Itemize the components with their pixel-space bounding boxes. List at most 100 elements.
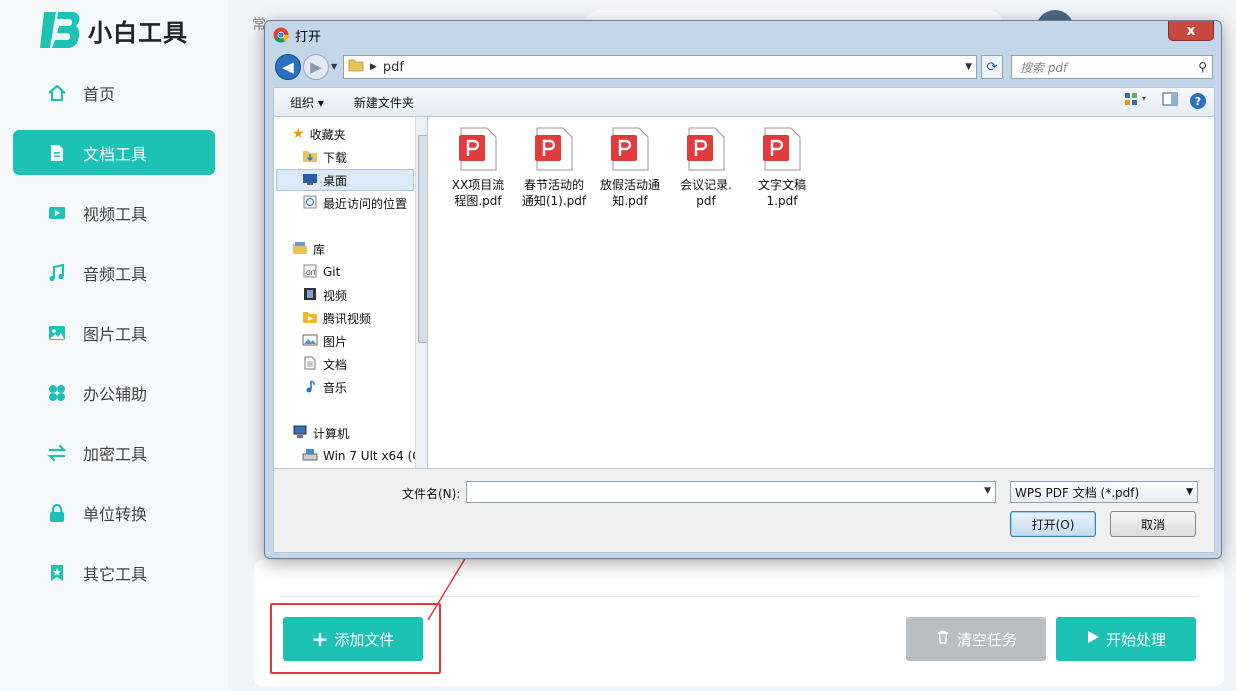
folder-icon bbox=[348, 58, 364, 76]
dialog-search-input[interactable]: 搜索 pdf ⚲ bbox=[1011, 55, 1213, 79]
refresh-icon[interactable]: ⟳ bbox=[981, 55, 1003, 79]
view-options-icon[interactable] bbox=[1124, 92, 1150, 110]
address-bar[interactable]: ▶ pdf ▼ bbox=[343, 55, 977, 79]
open-file-dialog: 打开 x ◀ ▶ ▼ ▶ pdf ▼ ⟳ 搜索 pdf ⚲ 组织 ▾ 新建文件夹 bbox=[264, 20, 1222, 559]
clear-tasks-button[interactable]: 清空任务 bbox=[906, 617, 1046, 661]
nav-item-videos[interactable]: 视频 bbox=[302, 284, 427, 306]
nav-label: 视频 bbox=[323, 288, 348, 303]
pdf-file-icon bbox=[763, 127, 801, 171]
sidebar-item-home[interactable]: 首页 bbox=[13, 70, 215, 115]
preview-pane-icon[interactable] bbox=[1162, 92, 1178, 110]
file-item[interactable]: XX项目流 程图.pdf bbox=[438, 127, 518, 209]
sidebar-item-encryption-tools[interactable]: 加密工具 bbox=[13, 430, 215, 475]
filetype-value: WPS PDF 文档 (*.pdf) bbox=[1015, 485, 1140, 500]
sidebar-item-other-tools[interactable]: 其它工具 bbox=[13, 550, 215, 595]
pdf-file-icon bbox=[687, 127, 725, 171]
nav-computer-header[interactable]: 计算机 bbox=[292, 422, 427, 444]
document-icon bbox=[47, 143, 67, 163]
recent-places-icon bbox=[302, 195, 318, 212]
nav-item-recent-places[interactable]: 最近访问的位置 bbox=[302, 192, 427, 214]
nav-item-documents[interactable]: 文档 bbox=[302, 353, 427, 375]
sidebar-item-audio-tools[interactable]: 音频工具 bbox=[13, 250, 215, 295]
app-logo: 小白工具 bbox=[40, 8, 188, 52]
sidebar-item-label: 加密工具 bbox=[83, 444, 148, 464]
chrome-icon bbox=[273, 27, 289, 43]
file-item[interactable]: 放假活动通 知.pdf bbox=[590, 127, 670, 209]
back-arrow-icon[interactable]: ◀ bbox=[275, 54, 301, 80]
logo-text: 小白工具 bbox=[88, 18, 188, 47]
address-row: ◀ ▶ ▼ ▶ pdf ▼ ⟳ 搜索 pdf ⚲ bbox=[273, 53, 1215, 81]
clover-icon bbox=[47, 383, 67, 403]
music-icon bbox=[47, 263, 67, 283]
nav-libraries-header[interactable]: 库 bbox=[292, 238, 427, 260]
navigation-pane: ★ 收藏夹 下载 桌面 最近访问的位置 库 GIT Git 视频 腾讯视频 图片… bbox=[273, 117, 428, 469]
help-icon[interactable]: ? bbox=[1190, 93, 1206, 109]
breadcrumb-separator-icon: ▶ bbox=[370, 62, 377, 72]
filename-input[interactable]: ▼ bbox=[466, 481, 996, 503]
nav-item-downloads[interactable]: 下载 bbox=[302, 146, 427, 168]
nav-item-pictures[interactable]: 图片 bbox=[302, 330, 427, 352]
filetype-select[interactable]: WPS PDF 文档 (*.pdf) ▼ bbox=[1010, 481, 1198, 503]
nav-label: 最近访问的位置 bbox=[323, 196, 408, 211]
file-item[interactable]: 会议记录. pdf bbox=[666, 127, 746, 209]
git-folder-icon: GIT bbox=[302, 264, 318, 281]
sidebar-nav: 首页 文档工具 视频工具 音频工具 图片工具 办公辅助 加密工具 单位转换 其它… bbox=[13, 70, 215, 610]
nav-item-music[interactable]: 音乐 bbox=[302, 376, 427, 398]
nav-label: Win 7 Ult x64 (C bbox=[323, 449, 421, 463]
nav-label: 计算机 bbox=[313, 426, 350, 441]
nav-label: 下载 bbox=[323, 150, 348, 165]
sidebar-item-unit-conversion[interactable]: 单位转换 bbox=[13, 490, 215, 535]
file-name-line2: 通知(1).pdf bbox=[521, 194, 587, 208]
drive-icon bbox=[302, 448, 318, 465]
dialog-bottom-controls: 文件名(N): ▼ WPS PDF 文档 (*.pdf) ▼ 打开(O) 取消 bbox=[273, 469, 1215, 553]
file-name-line2: 知.pdf bbox=[612, 194, 648, 208]
nav-label: 桌面 bbox=[323, 173, 348, 188]
nav-pane-scrollbar[interactable] bbox=[415, 117, 427, 468]
file-name-line1: 文字文稿 bbox=[757, 178, 806, 192]
swap-icon bbox=[47, 443, 67, 463]
nav-item-drive-c[interactable]: Win 7 Ult x64 (C bbox=[302, 445, 427, 467]
dialog-close-button[interactable]: x bbox=[1168, 21, 1214, 41]
file-name-line2: 1.pdf bbox=[766, 194, 798, 208]
organize-menu[interactable]: 组织 ▾ bbox=[290, 94, 324, 111]
open-button[interactable]: 打开(O) bbox=[1010, 511, 1096, 537]
sidebar-item-label: 单位转换 bbox=[83, 504, 148, 524]
new-folder-button[interactable]: 新建文件夹 bbox=[354, 94, 414, 111]
panel-divider bbox=[280, 596, 1198, 597]
sidebar-item-document-tools[interactable]: 文档工具 bbox=[13, 130, 215, 175]
scrollbar-thumb[interactable] bbox=[418, 135, 427, 343]
breadcrumb[interactable]: pdf bbox=[383, 60, 404, 75]
nav-item-tencent-video[interactable]: 腾讯视频 bbox=[302, 307, 427, 329]
nav-item-desktop[interactable]: 桌面 bbox=[276, 169, 414, 191]
nav-favorites-header[interactable]: ★ 收藏夹 bbox=[292, 123, 427, 145]
clear-tasks-label: 清空任务 bbox=[956, 630, 1017, 649]
file-name-line1: 放假活动通 bbox=[599, 178, 660, 192]
address-dropdown-icon[interactable]: ▼ bbox=[965, 62, 972, 72]
sidebar-item-video-tools[interactable]: 视频工具 bbox=[13, 190, 215, 235]
pictures-icon bbox=[302, 333, 318, 350]
file-item[interactable]: 春节活动的 通知(1).pdf bbox=[514, 127, 594, 209]
nav-item-git[interactable]: GIT Git bbox=[302, 261, 427, 283]
pdf-file-icon bbox=[535, 127, 573, 171]
library-icon bbox=[292, 241, 308, 258]
sidebar-item-label: 图片工具 bbox=[83, 324, 148, 344]
filename-label: 文件名(N): bbox=[402, 487, 461, 501]
file-name-line1: XX项目流 bbox=[451, 178, 505, 192]
chevron-down-icon: ▼ bbox=[1186, 487, 1193, 497]
sidebar-item-office-assist[interactable]: 办公辅助 bbox=[13, 370, 215, 415]
logo-mark-icon bbox=[40, 12, 80, 48]
start-processing-button[interactable]: 开始处理 bbox=[1056, 617, 1196, 661]
file-name-line1: 春节活动的 bbox=[523, 178, 584, 192]
highlight-box bbox=[270, 603, 441, 674]
file-item[interactable]: 文字文稿 1.pdf bbox=[742, 127, 822, 209]
sidebar-item-image-tools[interactable]: 图片工具 bbox=[13, 310, 215, 355]
forward-arrow-icon[interactable]: ▶ bbox=[303, 54, 329, 80]
filename-dropdown-icon[interactable]: ▼ bbox=[984, 486, 991, 496]
nav-label: Git bbox=[323, 265, 341, 279]
file-name-line1: 会议记录. bbox=[680, 178, 732, 192]
nav-label: 文档 bbox=[323, 357, 348, 372]
history-dropdown-icon[interactable]: ▼ bbox=[331, 62, 337, 71]
nav-label: 音乐 bbox=[323, 380, 348, 395]
file-name-line2: 程图.pdf bbox=[454, 194, 502, 208]
cancel-button[interactable]: 取消 bbox=[1110, 511, 1196, 537]
